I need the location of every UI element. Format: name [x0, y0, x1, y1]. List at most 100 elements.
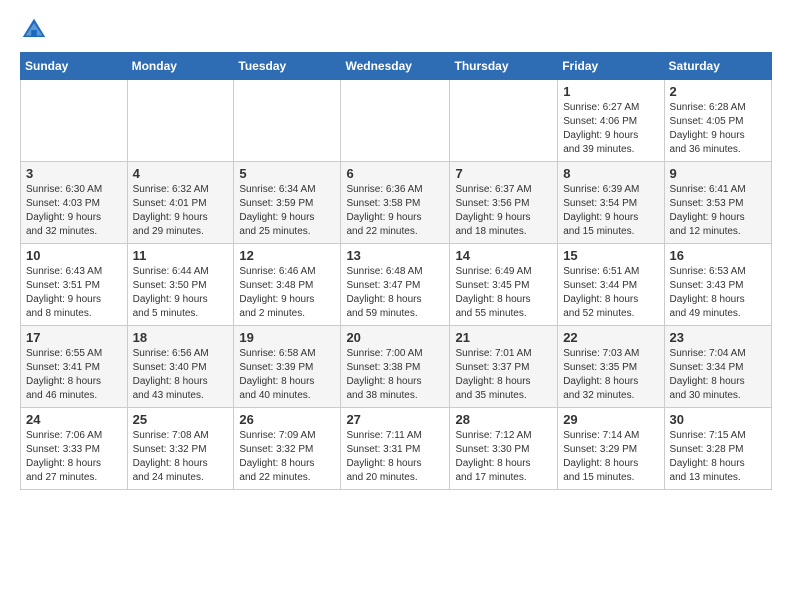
- day-number: 6: [346, 166, 444, 181]
- day-info: Sunrise: 6:46 AM Sunset: 3:48 PM Dayligh…: [239, 265, 335, 321]
- calendar-cell: [234, 80, 341, 162]
- calendar-cell: 22 Sunrise: 7:03 AM Sunset: 3:35 PM Dayli…: [558, 326, 664, 408]
- day-info: Sunrise: 6:51 AM Sunset: 3:44 PM Dayligh…: [563, 265, 658, 321]
- calendar-cell: 2Sunrise: 6:28 AM Sunset: 4:05 PM Daylig…: [664, 80, 771, 162]
- logo: [20, 16, 52, 44]
- calendar-cell: 25 Sunrise: 7:08 AM Sunset: 3:32 PM Dayli…: [127, 408, 234, 490]
- day-info: Sunrise: 6:37 AM Sunset: 3:56 PM Dayligh…: [455, 183, 552, 239]
- calendar-cell: 10 Sunrise: 6:43 AM Sunset: 3:51 PM Dayli…: [21, 244, 128, 326]
- calendar-cell: 7 Sunrise: 6:37 AM Sunset: 3:56 PM Daylig…: [450, 162, 558, 244]
- day-number: 4: [133, 166, 229, 181]
- day-number: 17: [26, 330, 122, 345]
- day-of-week-header: Friday: [558, 53, 664, 80]
- day-number: 23: [670, 330, 766, 345]
- day-info: Sunrise: 6:43 AM Sunset: 3:51 PM Dayligh…: [26, 265, 122, 321]
- calendar-cell: [21, 80, 128, 162]
- day-number: 1: [563, 84, 658, 99]
- calendar-week-row: 24Sunrise: 7:06 AM Sunset: 3:33 PM Dayli…: [21, 408, 772, 490]
- day-info: Sunrise: 6:27 AM Sunset: 4:06 PM Dayligh…: [563, 101, 658, 157]
- calendar-cell: 28 Sunrise: 7:12 AM Sunset: 3:30 PM Dayli…: [450, 408, 558, 490]
- calendar-cell: [127, 80, 234, 162]
- day-number: 21: [455, 330, 552, 345]
- day-info: Sunrise: 6:36 AM Sunset: 3:58 PM Dayligh…: [346, 183, 444, 239]
- day-of-week-header: Wednesday: [341, 53, 450, 80]
- day-info: Sunrise: 6:44 AM Sunset: 3:50 PM Dayligh…: [133, 265, 229, 321]
- calendar-cell: 8 Sunrise: 6:39 AM Sunset: 3:54 PM Daylig…: [558, 162, 664, 244]
- calendar-cell: 12 Sunrise: 6:46 AM Sunset: 3:48 PM Dayli…: [234, 244, 341, 326]
- day-of-week-header: Monday: [127, 53, 234, 80]
- day-number: 3: [26, 166, 122, 181]
- day-info: Sunrise: 7:14 AM Sunset: 3:29 PM Dayligh…: [563, 429, 658, 485]
- calendar-cell: 16 Sunrise: 6:53 AM Sunset: 3:43 PM Dayli…: [664, 244, 771, 326]
- day-number: 19: [239, 330, 335, 345]
- calendar-week-row: 3 Sunrise: 6:30 AM Sunset: 4:03 PM Daylig…: [21, 162, 772, 244]
- day-number: 11: [133, 248, 229, 263]
- day-info: Sunrise: 7:04 AM Sunset: 3:34 PM Dayligh…: [670, 347, 766, 403]
- day-number: 24: [26, 412, 122, 427]
- day-number: 30: [670, 412, 766, 427]
- calendar-cell: 3 Sunrise: 6:30 AM Sunset: 4:03 PM Daylig…: [21, 162, 128, 244]
- day-number: 9: [670, 166, 766, 181]
- day-info: Sunrise: 6:28 AM Sunset: 4:05 PM Dayligh…: [670, 101, 766, 157]
- day-info: Sunrise: 6:34 AM Sunset: 3:59 PM Dayligh…: [239, 183, 335, 239]
- day-of-week-header: Thursday: [450, 53, 558, 80]
- calendar-cell: 21Sunrise: 7:01 AM Sunset: 3:37 PM Dayli…: [450, 326, 558, 408]
- day-info: Sunrise: 6:55 AM Sunset: 3:41 PM Dayligh…: [26, 347, 122, 403]
- logo-icon: [20, 16, 48, 44]
- day-number: 13: [346, 248, 444, 263]
- day-of-week-header: Sunday: [21, 53, 128, 80]
- day-number: 29: [563, 412, 658, 427]
- calendar-table: SundayMondayTuesdayWednesdayThursdayFrid…: [20, 52, 772, 490]
- calendar-cell: 24Sunrise: 7:06 AM Sunset: 3:33 PM Dayli…: [21, 408, 128, 490]
- day-number: 7: [455, 166, 552, 181]
- day-number: 22: [563, 330, 658, 345]
- calendar-cell: [341, 80, 450, 162]
- calendar-cell: 19 Sunrise: 6:58 AM Sunset: 3:39 PM Dayli…: [234, 326, 341, 408]
- day-info: Sunrise: 7:11 AM Sunset: 3:31 PM Dayligh…: [346, 429, 444, 485]
- calendar-cell: 30 Sunrise: 7:15 AM Sunset: 3:28 PM Dayli…: [664, 408, 771, 490]
- day-info: Sunrise: 7:12 AM Sunset: 3:30 PM Dayligh…: [455, 429, 552, 485]
- day-number: 10: [26, 248, 122, 263]
- calendar-cell: 4Sunrise: 6:32 AM Sunset: 4:01 PM Daylig…: [127, 162, 234, 244]
- day-info: Sunrise: 6:48 AM Sunset: 3:47 PM Dayligh…: [346, 265, 444, 321]
- calendar-week-row: 1 Sunrise: 6:27 AM Sunset: 4:06 PM Daylig…: [21, 80, 772, 162]
- header-row: SundayMondayTuesdayWednesdayThursdayFrid…: [21, 53, 772, 80]
- calendar-cell: 23 Sunrise: 7:04 AM Sunset: 3:34 PM Dayli…: [664, 326, 771, 408]
- calendar-cell: 17 Sunrise: 6:55 AM Sunset: 3:41 PM Dayli…: [21, 326, 128, 408]
- day-info: Sunrise: 6:41 AM Sunset: 3:53 PM Dayligh…: [670, 183, 766, 239]
- calendar-cell: 15 Sunrise: 6:51 AM Sunset: 3:44 PM Dayli…: [558, 244, 664, 326]
- calendar-cell: [450, 80, 558, 162]
- calendar-cell: 29 Sunrise: 7:14 AM Sunset: 3:29 PM Dayli…: [558, 408, 664, 490]
- day-of-week-header: Saturday: [664, 53, 771, 80]
- day-number: 5: [239, 166, 335, 181]
- page-header: [20, 16, 772, 44]
- day-number: 15: [563, 248, 658, 263]
- calendar-cell: 14 Sunrise: 6:49 AM Sunset: 3:45 PM Dayli…: [450, 244, 558, 326]
- day-number: 14: [455, 248, 552, 263]
- calendar-cell: 9 Sunrise: 6:41 AM Sunset: 3:53 PM Daylig…: [664, 162, 771, 244]
- day-number: 16: [670, 248, 766, 263]
- day-info: Sunrise: 6:30 AM Sunset: 4:03 PM Dayligh…: [26, 183, 122, 239]
- day-info: Sunrise: 6:49 AM Sunset: 3:45 PM Dayligh…: [455, 265, 552, 321]
- day-number: 25: [133, 412, 229, 427]
- day-info: Sunrise: 6:53 AM Sunset: 3:43 PM Dayligh…: [670, 265, 766, 321]
- day-number: 8: [563, 166, 658, 181]
- day-info: Sunrise: 7:15 AM Sunset: 3:28 PM Dayligh…: [670, 429, 766, 485]
- day-info: Sunrise: 6:39 AM Sunset: 3:54 PM Dayligh…: [563, 183, 658, 239]
- day-info: Sunrise: 7:00 AM Sunset: 3:38 PM Dayligh…: [346, 347, 444, 403]
- calendar-cell: 26Sunrise: 7:09 AM Sunset: 3:32 PM Dayli…: [234, 408, 341, 490]
- day-number: 28: [455, 412, 552, 427]
- calendar-cell: 27Sunrise: 7:11 AM Sunset: 3:31 PM Dayli…: [341, 408, 450, 490]
- day-number: 12: [239, 248, 335, 263]
- calendar-cell: 1 Sunrise: 6:27 AM Sunset: 4:06 PM Daylig…: [558, 80, 664, 162]
- day-info: Sunrise: 7:08 AM Sunset: 3:32 PM Dayligh…: [133, 429, 229, 485]
- day-number: 18: [133, 330, 229, 345]
- calendar-week-row: 17 Sunrise: 6:55 AM Sunset: 3:41 PM Dayli…: [21, 326, 772, 408]
- day-number: 20: [346, 330, 444, 345]
- day-info: Sunrise: 6:58 AM Sunset: 3:39 PM Dayligh…: [239, 347, 335, 403]
- calendar-week-row: 10 Sunrise: 6:43 AM Sunset: 3:51 PM Dayli…: [21, 244, 772, 326]
- calendar-cell: 11 Sunrise: 6:44 AM Sunset: 3:50 PM Dayli…: [127, 244, 234, 326]
- day-info: Sunrise: 7:03 AM Sunset: 3:35 PM Dayligh…: [563, 347, 658, 403]
- calendar-cell: 18Sunrise: 6:56 AM Sunset: 3:40 PM Dayli…: [127, 326, 234, 408]
- calendar-cell: 5 Sunrise: 6:34 AM Sunset: 3:59 PM Daylig…: [234, 162, 341, 244]
